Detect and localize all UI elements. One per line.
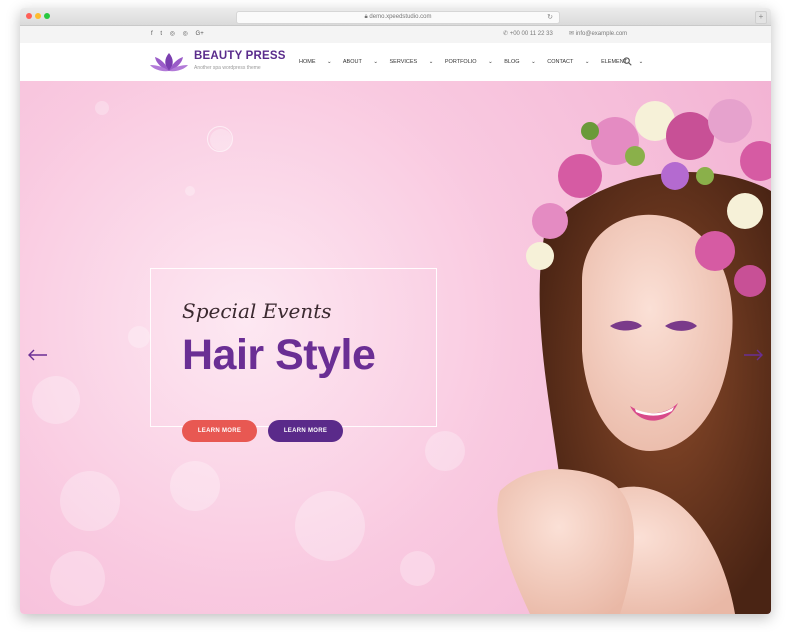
email-contact: ✉ info@example.com <box>569 26 627 43</box>
lotus-logo-icon[interactable] <box>150 51 188 73</box>
phone-contact: ✆ +00 00 11 22 33 <box>503 26 553 43</box>
url-text: demo.xpeedstudio.com <box>369 14 432 20</box>
email-address[interactable]: info@example.com <box>576 31 627 37</box>
hero-slider: Special Events Hair Style LEARN MORE LEA… <box>20 81 771 614</box>
facebook-icon[interactable]: f <box>151 31 153 37</box>
bokeh-decoration <box>32 376 80 424</box>
search-icon[interactable] <box>623 57 632 66</box>
site-brand[interactable]: BEAUTY PRESS <box>194 50 286 62</box>
nav-label: PORTFOLIO <box>444 59 477 65</box>
lock-icon: 🔒︎ <box>364 14 368 20</box>
bokeh-decoration <box>207 126 233 152</box>
plus-icon[interactable]: + <box>755 11 767 24</box>
phone-number: +00 00 11 22 33 <box>509 31 553 37</box>
nav-item-contact[interactable]: CONTACT ⌄ <box>547 59 589 65</box>
social-links: f t ◎ ◎ G+ <box>151 26 210 43</box>
reload-icon[interactable]: ↻ <box>547 12 553 23</box>
nav-label: CONTACT <box>547 59 574 65</box>
maximize-window-button[interactable] <box>44 13 50 19</box>
bokeh-decoration <box>400 551 435 586</box>
dribbble-icon[interactable]: ◎ <box>183 31 188 37</box>
hero-kicker: Special Events <box>182 299 332 323</box>
bokeh-decoration <box>60 471 120 531</box>
learn-more-button-secondary[interactable]: LEARN MORE <box>268 420 343 442</box>
browser-titlebar: 🔒︎ demo.xpeedstudio.com ↻ + <box>20 8 771 26</box>
instagram-icon[interactable]: ◎ <box>170 31 175 37</box>
bokeh-decoration <box>295 491 365 561</box>
nav-item-portfolio[interactable]: PORTFOLIO ⌄ <box>445 59 493 65</box>
nav-item-services[interactable]: SERVICES ⌄ <box>390 59 434 65</box>
nav-label: BLOG <box>504 59 520 65</box>
site-header: BEAUTY PRESS Another spa wordpress theme… <box>20 43 771 82</box>
bokeh-decoration <box>95 101 109 115</box>
minimize-window-button[interactable] <box>35 13 41 19</box>
bokeh-decoration <box>50 551 105 606</box>
learn-more-button-primary[interactable]: LEARN MORE <box>182 420 257 442</box>
twitter-icon[interactable]: t <box>160 31 162 37</box>
model-photo <box>497 99 771 614</box>
arrow-left-icon[interactable] <box>28 349 48 361</box>
nav-label: ABOUT <box>342 59 362 65</box>
phone-icon: ✆ <box>503 31 509 37</box>
browser-window: 🔒︎ demo.xpeedstudio.com ↻ + f t ◎ ◎ G+ ✆… <box>20 8 771 614</box>
address-bar[interactable]: 🔒︎ demo.xpeedstudio.com ↻ <box>236 11 560 24</box>
top-info-bar: f t ◎ ◎ G+ ✆ +00 00 11 22 33 ✉ info@exam… <box>20 26 771 43</box>
nav-label: HOME <box>299 59 316 65</box>
arrow-right-icon[interactable] <box>743 349 763 361</box>
bokeh-decoration <box>128 326 150 348</box>
hero-headline: Hair Style <box>182 331 376 379</box>
main-nav: HOME ⌄ ABOUT ⌄ SERVICES ⌄ PORTFOLIO ⌄ BL… <box>299 43 653 81</box>
bokeh-decoration <box>170 461 220 511</box>
close-window-button[interactable] <box>26 13 32 19</box>
site-tagline: Another spa wordpress theme <box>194 65 261 71</box>
nav-label: SERVICES <box>389 59 418 65</box>
bokeh-decoration <box>425 431 465 471</box>
envelope-icon: ✉ <box>569 31 575 37</box>
nav-item-about[interactable]: ABOUT ⌄ <box>343 59 378 65</box>
nav-item-home[interactable]: HOME ⌄ <box>299 59 332 65</box>
google-plus-icon[interactable]: G+ <box>196 31 204 37</box>
bokeh-decoration <box>185 186 195 196</box>
nav-item-blog[interactable]: BLOG ⌄ <box>504 59 535 65</box>
